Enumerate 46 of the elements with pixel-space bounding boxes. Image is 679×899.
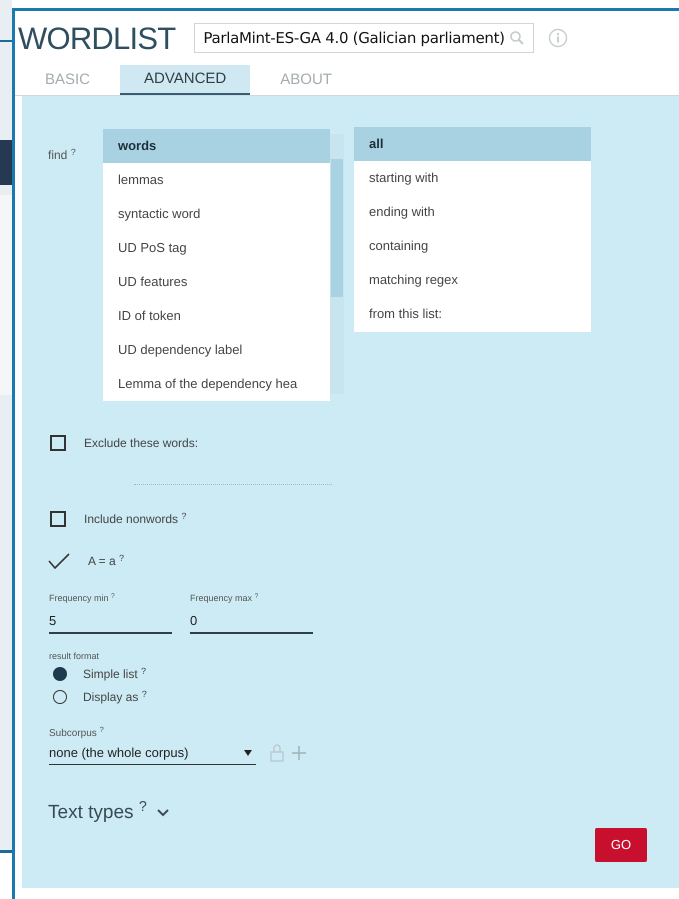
add-icon[interactable] bbox=[292, 746, 306, 760]
option-label: Exclude these words: bbox=[84, 435, 198, 452]
criteria-listbox[interactable]: all starting with ending with containing matching regex from this list: bbox=[354, 127, 591, 332]
list-option[interactable]: UD PoS tag bbox=[103, 231, 330, 265]
corpus-search-field[interactable]: ParlaMint-ES-GA 4.0 (Galician parliament) bbox=[194, 23, 534, 53]
tab[interactable]: ADVANCED bbox=[120, 65, 250, 95]
list-option[interactable]: ID of token bbox=[103, 299, 330, 333]
go-button[interactable]: GO bbox=[595, 828, 647, 862]
list-option[interactable]: UD features bbox=[103, 265, 330, 299]
list-option[interactable]: Lemma of the dependency hea bbox=[103, 367, 330, 401]
result-format-label: result format bbox=[49, 650, 100, 662]
attribute-listbox[interactable]: words lemmas syntactic word UD PoS tag UD features ID of token UD dependency label Lemma of the dependency hea bbox=[103, 129, 330, 401]
frequency-label: Frequency max $^{?}$ bbox=[190, 592, 260, 605]
info-icon[interactable] bbox=[548, 28, 568, 48]
list-option[interactable]: containing bbox=[354, 229, 591, 263]
frequency-label: Frequency min $^{?}$ bbox=[49, 592, 116, 605]
search-icon[interactable] bbox=[509, 30, 526, 46]
radio-label: Simple list $^{?}$ bbox=[83, 665, 146, 683]
list-option[interactable]: UD dependency label bbox=[103, 333, 330, 367]
text-types-toggle[interactable]: Text types $^{?}$ bbox=[48, 799, 169, 828]
frequency-input[interactable]: 0 bbox=[190, 610, 313, 634]
checkbox[interactable] bbox=[50, 511, 66, 527]
chevron-icon bbox=[156, 809, 169, 818]
radio-label: Display as $^{?}$ bbox=[83, 688, 147, 706]
list-option[interactable]: lemmas bbox=[103, 163, 330, 197]
list-option[interactable]: from this list: bbox=[354, 297, 591, 331]
checkbox[interactable] bbox=[50, 435, 66, 451]
option-label: A = a $^{?}$ bbox=[88, 552, 124, 570]
radio-button[interactable] bbox=[53, 667, 67, 681]
subcorpus-label: Subcorpus $^{?}$ bbox=[49, 726, 105, 741]
frequency-input[interactable]: 5 bbox=[49, 610, 172, 634]
list-option[interactable]: starting with bbox=[354, 161, 591, 195]
find-label: find $^{?}$ bbox=[48, 146, 77, 164]
subcorpus-select[interactable]: none (the whole corpus) bbox=[49, 741, 256, 765]
checkmark-icon[interactable] bbox=[48, 553, 70, 569]
radio-button[interactable] bbox=[53, 690, 67, 704]
list-option[interactable]: ending with bbox=[354, 195, 591, 229]
option-label: Include nonwords $^{?}$ bbox=[84, 510, 186, 528]
lock-icon[interactable] bbox=[270, 744, 284, 762]
list-option[interactable]: syntactic word bbox=[103, 197, 330, 231]
dropdown-caret-icon bbox=[244, 750, 252, 756]
scrollbar[interactable] bbox=[330, 134, 344, 394]
list-option[interactable]: all bbox=[354, 127, 591, 161]
list-option[interactable]: matching regex bbox=[354, 263, 591, 297]
app-title: WORDLIST bbox=[18, 22, 176, 54]
list-option[interactable]: words bbox=[103, 129, 330, 163]
